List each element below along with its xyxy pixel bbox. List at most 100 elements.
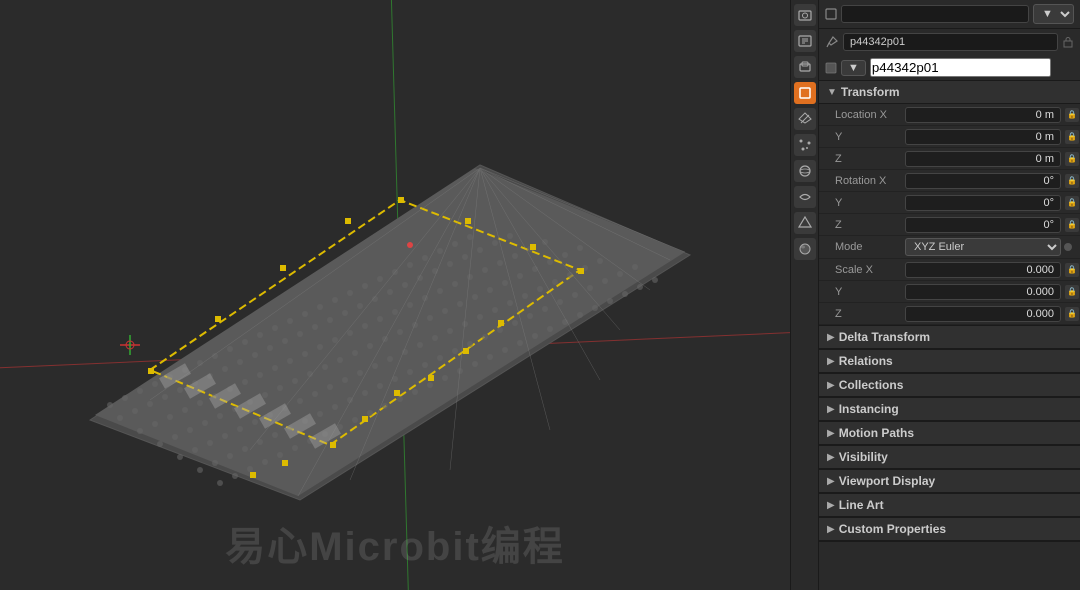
location-z-row: Z 🔒 [819, 148, 1080, 170]
scale-x-value[interactable] [905, 262, 1061, 278]
pin-icon [825, 35, 839, 49]
data-properties-btn[interactable] [794, 212, 816, 234]
rotation-x-lock[interactable]: 🔒 [1065, 174, 1079, 188]
rotation-z-label: Z [835, 219, 905, 231]
icon-sidebar [791, 0, 819, 590]
collections-triangle: ▶ [827, 380, 835, 391]
custom-properties-header[interactable]: ▶ Custom Properties [819, 518, 1080, 541]
scale-x-row: Scale X 🔒 [819, 259, 1080, 281]
pin-lock-icon [1062, 36, 1074, 48]
custom-properties-label: Custom Properties [839, 522, 946, 536]
render-properties-btn[interactable] [794, 4, 816, 26]
custom-properties-section: ▶ Custom Properties [819, 518, 1080, 542]
relations-section: ▶ Relations [819, 350, 1080, 374]
panel-icon [825, 8, 837, 20]
rotation-z-lock[interactable]: 🔒 [1065, 218, 1079, 232]
relations-label: Relations [839, 354, 893, 368]
transform-triangle: ▼ [827, 87, 837, 98]
location-y-value[interactable] [905, 129, 1061, 145]
scale-y-lock[interactable]: 🔒 [1065, 285, 1079, 299]
visibility-section: ▶ Visibility [819, 446, 1080, 470]
scale-z-value[interactable] [905, 306, 1061, 322]
rotation-y-value[interactable] [905, 195, 1061, 211]
line-art-label: Line Art [839, 498, 884, 512]
rotation-y-lock[interactable]: 🔒 [1065, 196, 1079, 210]
scale-y-value[interactable] [905, 284, 1061, 300]
line-art-header[interactable]: ▶ Line Art [819, 494, 1080, 517]
line-art-triangle: ▶ [827, 500, 835, 511]
scale-y-row: Y 🔒 [819, 281, 1080, 303]
visibility-header[interactable]: ▶ Visibility [819, 446, 1080, 469]
rotation-y-row: Y 🔒 [819, 192, 1080, 214]
rotation-x-value[interactable] [905, 173, 1061, 189]
transform-header[interactable]: ▼ Transform [819, 81, 1080, 104]
view-layer-btn[interactable] [794, 56, 816, 78]
motion-paths-section: ▶ Motion Paths [819, 422, 1080, 446]
collections-section: ▶ Collections [819, 374, 1080, 398]
rotation-z-row: Z 🔒 [819, 214, 1080, 236]
motion-paths-header[interactable]: ▶ Motion Paths [819, 422, 1080, 445]
location-z-label: Z [835, 153, 905, 165]
constraints-btn[interactable] [794, 186, 816, 208]
instancing-triangle: ▶ [827, 404, 835, 415]
scale-z-label: Z [835, 308, 905, 320]
relations-triangle: ▶ [827, 356, 835, 367]
modifier-properties-btn[interactable] [794, 108, 816, 130]
instancing-section: ▶ Instancing [819, 398, 1080, 422]
object-name-field[interactable] [843, 33, 1058, 51]
scale-z-lock[interactable]: 🔒 [1065, 307, 1079, 321]
material-btn[interactable] [794, 238, 816, 260]
rotation-z-value[interactable] [905, 217, 1061, 233]
viewport-display-triangle: ▶ [827, 476, 835, 487]
mesh-name-field[interactable] [870, 58, 1051, 77]
mesh-toggle-btn[interactable]: ▼ [841, 60, 866, 76]
location-y-label: Y [835, 131, 905, 143]
instancing-header[interactable]: ▶ Instancing [819, 398, 1080, 421]
location-z-value[interactable] [905, 151, 1061, 167]
rotation-x-row: Rotation X 🔒 [819, 170, 1080, 192]
mode-select[interactable]: XYZ Euler [905, 238, 1061, 256]
scale-x-label: Scale X [835, 264, 905, 276]
transform-section: ▼ Transform Location X 🔒 Y 🔒 [819, 81, 1080, 326]
collections-label: Collections [839, 378, 904, 392]
motion-paths-triangle: ▶ [827, 428, 835, 439]
location-y-row: Y 🔒 [819, 126, 1080, 148]
physics-btn[interactable] [794, 160, 816, 182]
mode-row: Mode XYZ Euler [819, 236, 1080, 259]
particles-btn[interactable] [794, 134, 816, 156]
viewport-display-label: Viewport Display [839, 474, 935, 488]
visibility-triangle: ▶ [827, 452, 835, 463]
right-panel: ▼ ▼ ▼ Transform [790, 0, 1080, 590]
mesh-icon [825, 62, 837, 74]
panel-topbar: ▼ [819, 0, 1080, 29]
line-art-section: ▶ Line Art [819, 494, 1080, 518]
scale-z-row: Z 🔒 [819, 303, 1080, 325]
delta-transform-section: ▶ Delta Transform [819, 326, 1080, 350]
rotation-y-label: Y [835, 197, 905, 209]
delta-transform-header[interactable]: ▶ Delta Transform [819, 326, 1080, 349]
instancing-label: Instancing [839, 402, 899, 416]
location-x-row: Location X 🔒 [819, 104, 1080, 126]
viewport-display-header[interactable]: ▶ Viewport Display [819, 470, 1080, 493]
scale-x-lock[interactable]: 🔒 [1065, 263, 1079, 277]
location-x-lock[interactable]: 🔒 [1065, 108, 1079, 122]
relations-header[interactable]: ▶ Relations [819, 350, 1080, 373]
location-x-value[interactable] [905, 107, 1061, 123]
custom-properties-triangle: ▶ [827, 524, 835, 535]
location-y-lock[interactable]: 🔒 [1065, 130, 1079, 144]
object-name-row [819, 29, 1080, 55]
mode-dot [1064, 243, 1072, 251]
panel-dropdown[interactable]: ▼ [1033, 4, 1074, 24]
transform-label: Transform [841, 85, 900, 99]
viewport-display-section: ▶ Viewport Display [819, 470, 1080, 494]
properties-panel: ▼ ▼ ▼ Transform [819, 0, 1080, 590]
location-x-label: Location X [835, 109, 905, 121]
mode-label: Mode [835, 241, 905, 253]
delta-transform-triangle: ▶ [827, 332, 835, 343]
output-properties-btn[interactable] [794, 30, 816, 52]
search-input[interactable] [841, 5, 1029, 23]
object-properties-btn[interactable] [794, 82, 816, 104]
location-z-lock[interactable]: 🔒 [1065, 152, 1079, 166]
viewport[interactable]: 易心Microbit编程 [0, 0, 790, 590]
collections-header[interactable]: ▶ Collections [819, 374, 1080, 397]
